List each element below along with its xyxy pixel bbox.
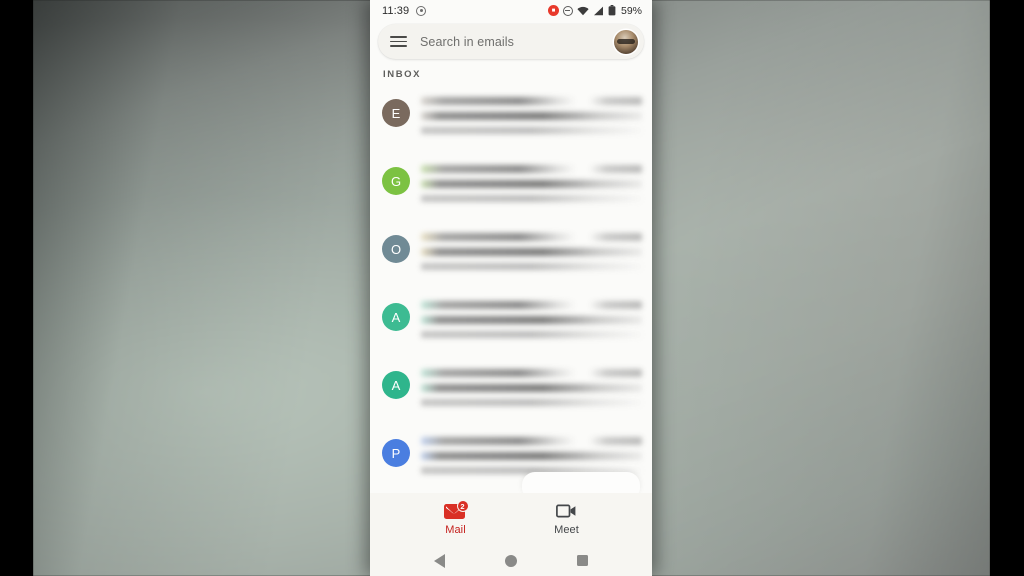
back-triangle-icon[interactable]: [426, 552, 454, 570]
recents-square-icon[interactable]: [568, 552, 596, 570]
email-preview-lines: [421, 163, 642, 202]
subject-line-blurred: [421, 180, 642, 188]
status-bar-right: ■ 59%: [547, 4, 642, 17]
sender-line-blurred: [421, 233, 642, 241]
sender-line-blurred: [421, 437, 642, 445]
sender-line-blurred: [421, 301, 642, 309]
do-not-disturb-icon: [562, 5, 573, 16]
bottom-nav-label-mail: Mail: [445, 524, 466, 536]
sender-avatar: E: [382, 99, 410, 127]
bottom-nav-item-meet[interactable]: Meet: [532, 502, 602, 536]
letterbox-right: [990, 0, 1024, 576]
bottom-nav-item-mail[interactable]: 2 Mail: [421, 500, 491, 536]
mail-envelope-icon: 2: [443, 500, 469, 520]
account-avatar[interactable]: [614, 29, 638, 54]
status-bar-clock: 11:39: [382, 4, 410, 17]
search-input[interactable]: Search in emails: [420, 35, 614, 49]
sender-avatar: A: [382, 371, 410, 399]
phone-screen: 11:39 ■ 59% Search in emails INBOX E G O…: [370, 0, 652, 576]
subject-line-blurred: [421, 384, 642, 392]
email-list[interactable]: E G O A A P: [370, 86, 652, 498]
email-preview-lines: [421, 231, 642, 270]
location-dot-icon: [416, 5, 427, 16]
video-camera-icon: [556, 502, 578, 520]
email-preview-lines: [421, 367, 642, 406]
screen-record-icon: ■: [547, 5, 559, 16]
hamburger-menu-icon[interactable]: [390, 35, 407, 48]
letterbox-left: [0, 0, 33, 576]
snippet-line-blurred: [421, 127, 642, 134]
sender-line-blurred: [421, 97, 642, 105]
subject-line-blurred: [421, 452, 642, 460]
snippet-line-blurred: [421, 331, 642, 338]
home-circle-icon[interactable]: [497, 552, 525, 570]
sender-avatar: P: [382, 439, 410, 467]
bottom-navigation-bar: 2 Mail Meet: [370, 493, 652, 545]
email-list-item[interactable]: A: [370, 290, 652, 358]
snippet-line-blurred: [421, 263, 642, 270]
subject-line-blurred: [421, 248, 642, 256]
email-preview-lines: [421, 299, 642, 338]
subject-line-blurred: [421, 112, 642, 120]
sender-avatar: O: [382, 235, 410, 263]
cell-signal-icon: [593, 6, 604, 16]
subject-line-blurred: [421, 316, 642, 324]
inbox-section-label: INBOX: [383, 69, 422, 80]
mail-unread-badge: 2: [456, 500, 469, 512]
battery-icon: [608, 5, 616, 16]
email-list-item[interactable]: A: [370, 358, 652, 426]
snippet-line-blurred: [421, 195, 642, 202]
bottom-nav-label-meet: Meet: [554, 524, 579, 536]
snippet-line-blurred: [421, 399, 642, 406]
screenshot-canvas: 11:39 ■ 59% Search in emails INBOX E G O…: [0, 0, 1024, 576]
battery-percentage: 59%: [620, 4, 642, 17]
sender-avatar: A: [382, 303, 410, 331]
wifi-icon: [577, 6, 589, 16]
email-preview-lines: [421, 95, 642, 134]
status-bar-left: 11:39: [382, 4, 427, 17]
search-bar-container: Search in emails: [370, 21, 652, 65]
sender-line-blurred: [421, 369, 642, 377]
sender-avatar: G: [382, 167, 410, 195]
email-list-item[interactable]: G: [370, 154, 652, 222]
status-bar: 11:39 ■ 59%: [370, 0, 652, 21]
android-system-nav-bar: [370, 545, 652, 576]
search-bar[interactable]: Search in emails: [378, 24, 644, 59]
email-preview-lines: [421, 435, 642, 474]
email-list-item[interactable]: O: [370, 222, 652, 290]
sender-line-blurred: [421, 165, 642, 173]
email-list-item[interactable]: E: [370, 86, 652, 154]
